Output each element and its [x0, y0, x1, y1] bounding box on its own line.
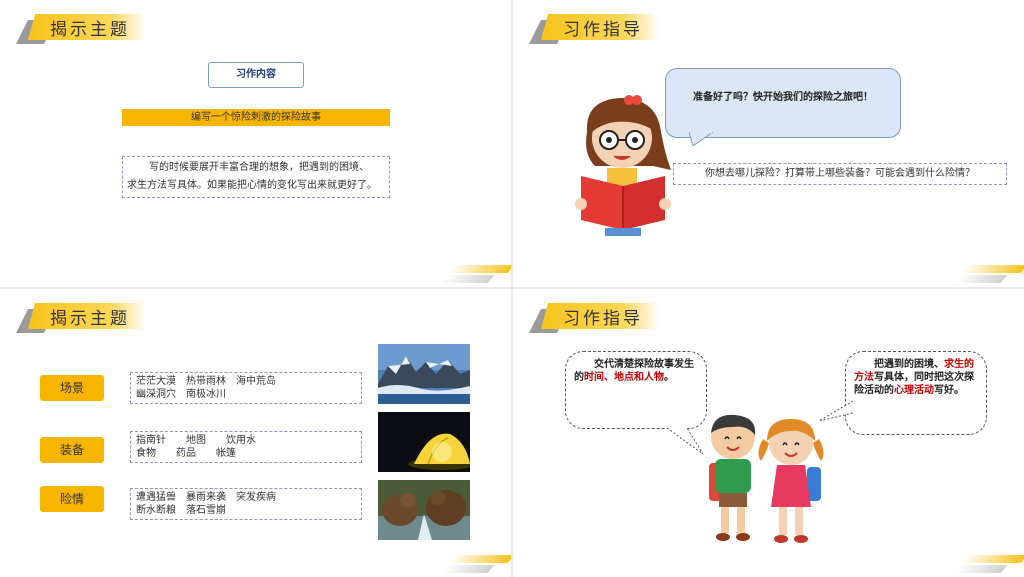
- right-cloud-text-3: 写好。: [934, 385, 964, 396]
- slide-1[interactable]: 揭示主题 习作内容 编写一个惊险刺激的探险故事 写的时候要展开丰富合理的想象，把…: [0, 0, 511, 287]
- left-cloud-text-2: 。: [664, 372, 674, 383]
- right-cloud-text-1: 把遇到的困境、: [874, 359, 944, 370]
- iceberg-photo: [378, 344, 470, 404]
- slide-4[interactable]: 习作指导 交代清楚探险故事发生的时间、地点和人物。 把遇到的困境、求生的方法写具…: [513, 289, 1024, 577]
- left-cloud-emphasis: 时间、地点和人物: [584, 372, 664, 383]
- corner-decoration: [954, 549, 1024, 577]
- tip-line-1: 写的时候要展开丰富合理的想象，把遇到的困境、: [149, 162, 369, 173]
- left-thought-cloud: 交代清楚探险故事发生的时间、地点和人物。: [565, 351, 707, 429]
- slide-title: 揭示主题: [50, 309, 130, 329]
- speech-bubble-tail: [689, 132, 713, 146]
- equipment-line-1: 指南针 地图 饮用水: [136, 435, 256, 446]
- corner-decoration: [954, 259, 1024, 287]
- slide-title-banner: 揭示主题: [16, 301, 146, 333]
- scene-list-box: 茫茫大漠 热带雨林 海中荒岛 幽深洞穴 南极冰川: [130, 372, 362, 404]
- bears-photo: [378, 480, 470, 540]
- danger-line-2: 断水断粮 落石雪崩: [136, 505, 226, 516]
- corner-decoration: [441, 259, 511, 287]
- speech-bubble: 准备好了吗？快开始我们的探险之旅吧！: [665, 68, 901, 138]
- corner-decoration: [441, 549, 511, 577]
- slide-title: 习作指导: [563, 20, 643, 40]
- slide-3[interactable]: 揭示主题 场景 茫茫大漠 热带雨林 海中荒岛 幽深洞穴 南极冰川 装备 指南针 …: [0, 289, 511, 577]
- category-label-danger: 险情: [40, 486, 104, 512]
- category-label-scene: 场景: [40, 375, 104, 401]
- danger-list-box: 遭遇猛兽 暴雨来袭 突发疾病 断水断粮 落石雪崩: [130, 488, 362, 520]
- slide-title-banner: 习作指导: [529, 301, 659, 333]
- slide-title: 习作指导: [563, 309, 643, 329]
- left-cloud-tail: [666, 428, 703, 455]
- slide-2[interactable]: 习作指导 准备好了吗？快开始我们的探险之旅吧！ 你想去哪儿探险？打算带上哪些装备…: [513, 0, 1024, 287]
- danger-line-1: 遭遇猛兽 暴雨来袭 突发疾病: [136, 492, 276, 503]
- scene-line-2: 幽深洞穴 南极冰川: [136, 389, 226, 400]
- kids-illustration: [709, 414, 824, 543]
- slide-title-banner: 习作指导: [529, 12, 659, 44]
- right-thought-cloud: 把遇到的困境、求生的方法写具体，同时把这次探险活动的心理活动写好。: [845, 351, 987, 435]
- content-label-box: 习作内容: [208, 62, 304, 88]
- tip-line-2: 求生方法写具体。如果能把心情的变化写出来就更好了。: [127, 180, 377, 191]
- writing-tip-box: 写的时候要展开丰富合理的想象，把遇到的困境、 求生方法写具体。如果能把心情的变化…: [122, 156, 390, 198]
- question-box: 你想去哪儿探险？打算带上哪些装备？可能会遇到什么险情？: [673, 163, 1007, 185]
- scene-line-1: 茫茫大漠 热带雨林 海中荒岛: [136, 376, 276, 387]
- slide-title: 揭示主题: [50, 20, 130, 40]
- equipment-line-2: 食物 药品 帐篷: [136, 448, 236, 459]
- slide-title-banner: 揭示主题: [16, 12, 146, 44]
- equipment-list-box: 指南针 地图 饮用水 食物 药品 帐篷: [130, 431, 362, 463]
- category-label-equipment: 装备: [40, 437, 104, 463]
- topic-band: 编写一个惊险刺激的探险故事: [122, 109, 390, 126]
- girl-reading-illustration: [575, 95, 671, 236]
- right-cloud-emphasis-2: 心理活动: [894, 385, 934, 396]
- tent-photo: [378, 412, 470, 472]
